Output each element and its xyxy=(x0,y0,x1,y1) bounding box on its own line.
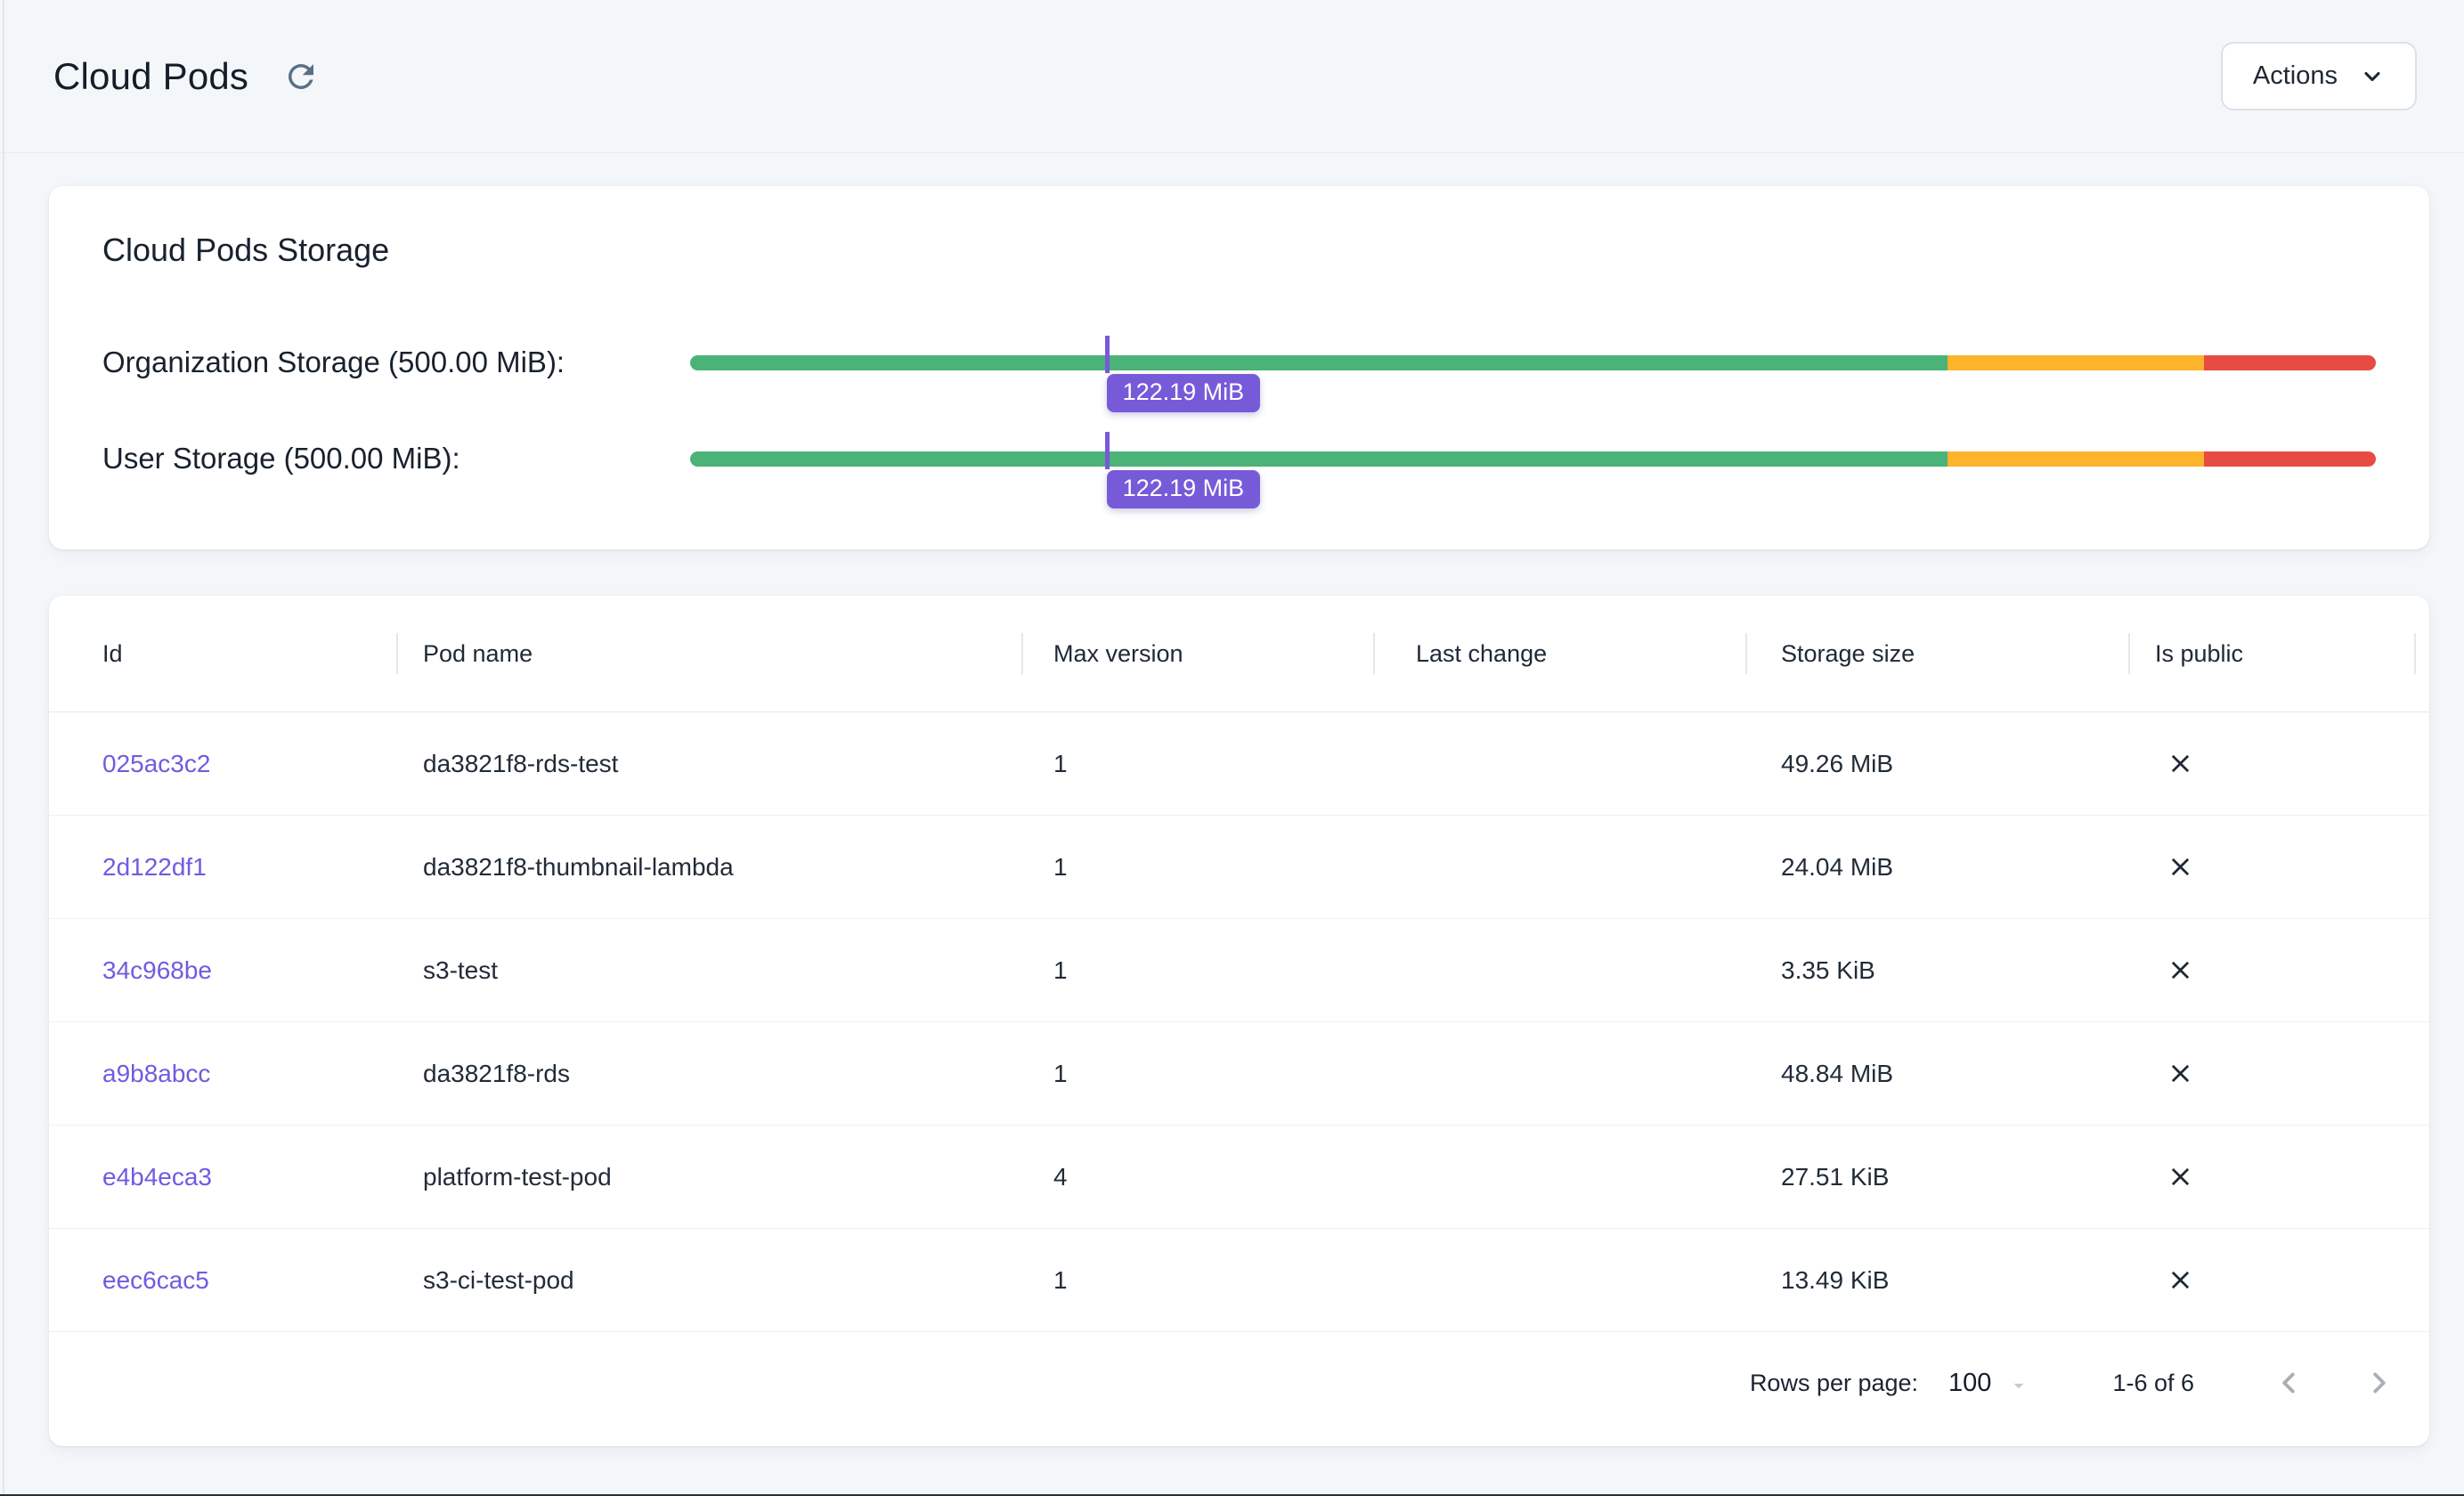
is-public-cell xyxy=(2128,1162,2429,1191)
storage-card: Cloud Pods Storage Organization Storage … xyxy=(49,186,2429,549)
max-version-cell: 1 xyxy=(1021,853,1373,882)
page-left-border xyxy=(3,0,4,1496)
storage-size-cell: 27.51 KiB xyxy=(1745,1163,2128,1191)
column-separator xyxy=(2414,633,2416,674)
pod-name-cell: da3821f8-rds xyxy=(396,1060,1021,1088)
organization-storage-label: Organization Storage (500.00 MiB): xyxy=(102,346,690,379)
not-public-icon xyxy=(2166,1059,2195,1088)
not-public-icon xyxy=(2166,852,2195,882)
pod-name-cell: s3-ci-test-pod xyxy=(396,1266,1021,1295)
column-separator xyxy=(1373,633,1375,674)
table-header-row: Id Pod name Max version Last change Stor… xyxy=(49,596,2429,712)
rows-per-page-value: 100 xyxy=(1948,1369,1991,1398)
table-pagination: Rows per page: 100 1-6 of 6 xyxy=(49,1332,2429,1446)
table-body: 025ac3c2 da3821f8-rds-test 1 49.26 MiB 2… xyxy=(49,712,2429,1332)
max-version-cell: 1 xyxy=(1021,1266,1373,1295)
column-header-max-version[interactable]: Max version xyxy=(1021,640,1373,668)
table-row[interactable]: a9b8abcc da3821f8-rds 1 48.84 MiB xyxy=(49,1022,2429,1126)
table-row[interactable]: eec6cac5 s3-ci-test-pod 1 13.49 KiB xyxy=(49,1229,2429,1332)
column-header-is-public[interactable]: Is public xyxy=(2128,640,2429,668)
storage-size-cell: 48.84 MiB xyxy=(1745,1060,2128,1088)
max-version-cell: 1 xyxy=(1021,956,1373,985)
cloud-pods-table-card: Id Pod name Max version Last change Stor… xyxy=(49,596,2429,1446)
rows-per-page-label: Rows per page: xyxy=(1750,1370,1918,1397)
not-public-icon xyxy=(2166,749,2195,778)
pod-id-link[interactable]: 025ac3c2 xyxy=(102,750,210,777)
is-public-cell xyxy=(2128,1059,2429,1088)
organization-storage-row: Organization Storage (500.00 MiB): 122.1… xyxy=(102,320,2376,405)
actions-button[interactable]: Actions xyxy=(2221,42,2417,110)
pod-id-link[interactable]: e4b4eca3 xyxy=(102,1163,212,1191)
page-header: Cloud Pods Actions xyxy=(0,0,2464,153)
table-row[interactable]: 025ac3c2 da3821f8-rds-test 1 49.26 MiB xyxy=(49,712,2429,816)
storage-size-cell: 3.35 KiB xyxy=(1745,956,2128,985)
select-caret-icon xyxy=(2007,1374,2030,1397)
user-storage-gauge: 122.19 MiB xyxy=(690,451,2376,467)
storage-size-cell: 49.26 MiB xyxy=(1745,750,2128,778)
refresh-icon xyxy=(282,58,320,95)
user-storage-label: User Storage (500.00 MiB): xyxy=(102,442,690,476)
table-row[interactable]: e4b4eca3 platform-test-pod 4 27.51 KiB xyxy=(49,1126,2429,1229)
column-header-pod-name[interactable]: Pod name xyxy=(396,640,1021,668)
pod-name-cell: platform-test-pod xyxy=(396,1163,1021,1191)
storage-bar-track xyxy=(690,451,2376,467)
storage-card-title: Cloud Pods Storage xyxy=(102,231,2376,270)
pod-id-link[interactable]: 34c968be xyxy=(102,956,212,984)
chevron-right-icon xyxy=(2362,1366,2396,1400)
max-version-cell: 1 xyxy=(1021,750,1373,778)
rows-per-page-select[interactable]: 100 xyxy=(1948,1369,2030,1398)
is-public-cell xyxy=(2128,1265,2429,1295)
storage-usage-badge: 122.19 MiB xyxy=(1107,470,1261,509)
not-public-icon xyxy=(2166,955,2195,985)
column-header-storage-size[interactable]: Storage size xyxy=(1745,640,2128,668)
next-page-button[interactable] xyxy=(2360,1363,2399,1402)
max-version-cell: 1 xyxy=(1021,1060,1373,1088)
chevron-left-icon xyxy=(2272,1366,2305,1400)
storage-usage-badge: 122.19 MiB xyxy=(1107,374,1261,413)
refresh-button[interactable] xyxy=(281,56,321,97)
column-header-id[interactable]: Id xyxy=(49,640,396,668)
table-row[interactable]: 2d122df1 da3821f8-thumbnail-lambda 1 24.… xyxy=(49,816,2429,919)
user-storage-row: User Storage (500.00 MiB): 122.19 MiB xyxy=(102,416,2376,501)
table-row[interactable]: 34c968be s3-test 1 3.35 KiB xyxy=(49,919,2429,1022)
is-public-cell xyxy=(2128,955,2429,985)
storage-bar-track xyxy=(690,355,2376,370)
column-separator xyxy=(1021,633,1023,674)
pod-name-cell: da3821f8-rds-test xyxy=(396,750,1021,778)
organization-storage-gauge: 122.19 MiB xyxy=(690,355,2376,370)
max-version-cell: 4 xyxy=(1021,1163,1373,1191)
column-separator xyxy=(2128,633,2130,674)
chevron-down-icon xyxy=(2360,64,2385,89)
actions-button-label: Actions xyxy=(2253,61,2338,91)
is-public-cell xyxy=(2128,852,2429,882)
column-separator xyxy=(1745,633,1747,674)
not-public-icon xyxy=(2166,1162,2195,1191)
storage-size-cell: 13.49 KiB xyxy=(1745,1266,2128,1295)
pod-id-link[interactable]: eec6cac5 xyxy=(102,1266,209,1294)
is-public-cell xyxy=(2128,749,2429,778)
storage-usage-marker xyxy=(1105,432,1110,469)
pod-id-link[interactable]: a9b8abcc xyxy=(102,1060,210,1087)
page-title: Cloud Pods xyxy=(53,55,248,98)
storage-size-cell: 24.04 MiB xyxy=(1745,853,2128,882)
pagination-range-label: 1-6 of 6 xyxy=(2112,1370,2194,1397)
not-public-icon xyxy=(2166,1265,2195,1295)
pod-id-link[interactable]: 2d122df1 xyxy=(102,853,207,881)
storage-usage-marker xyxy=(1105,336,1110,373)
pod-name-cell: s3-test xyxy=(396,956,1021,985)
column-separator xyxy=(396,633,398,674)
pod-name-cell: da3821f8-thumbnail-lambda xyxy=(396,853,1021,882)
previous-page-button[interactable] xyxy=(2269,1363,2308,1402)
column-header-last-change[interactable]: Last change xyxy=(1373,640,1745,668)
